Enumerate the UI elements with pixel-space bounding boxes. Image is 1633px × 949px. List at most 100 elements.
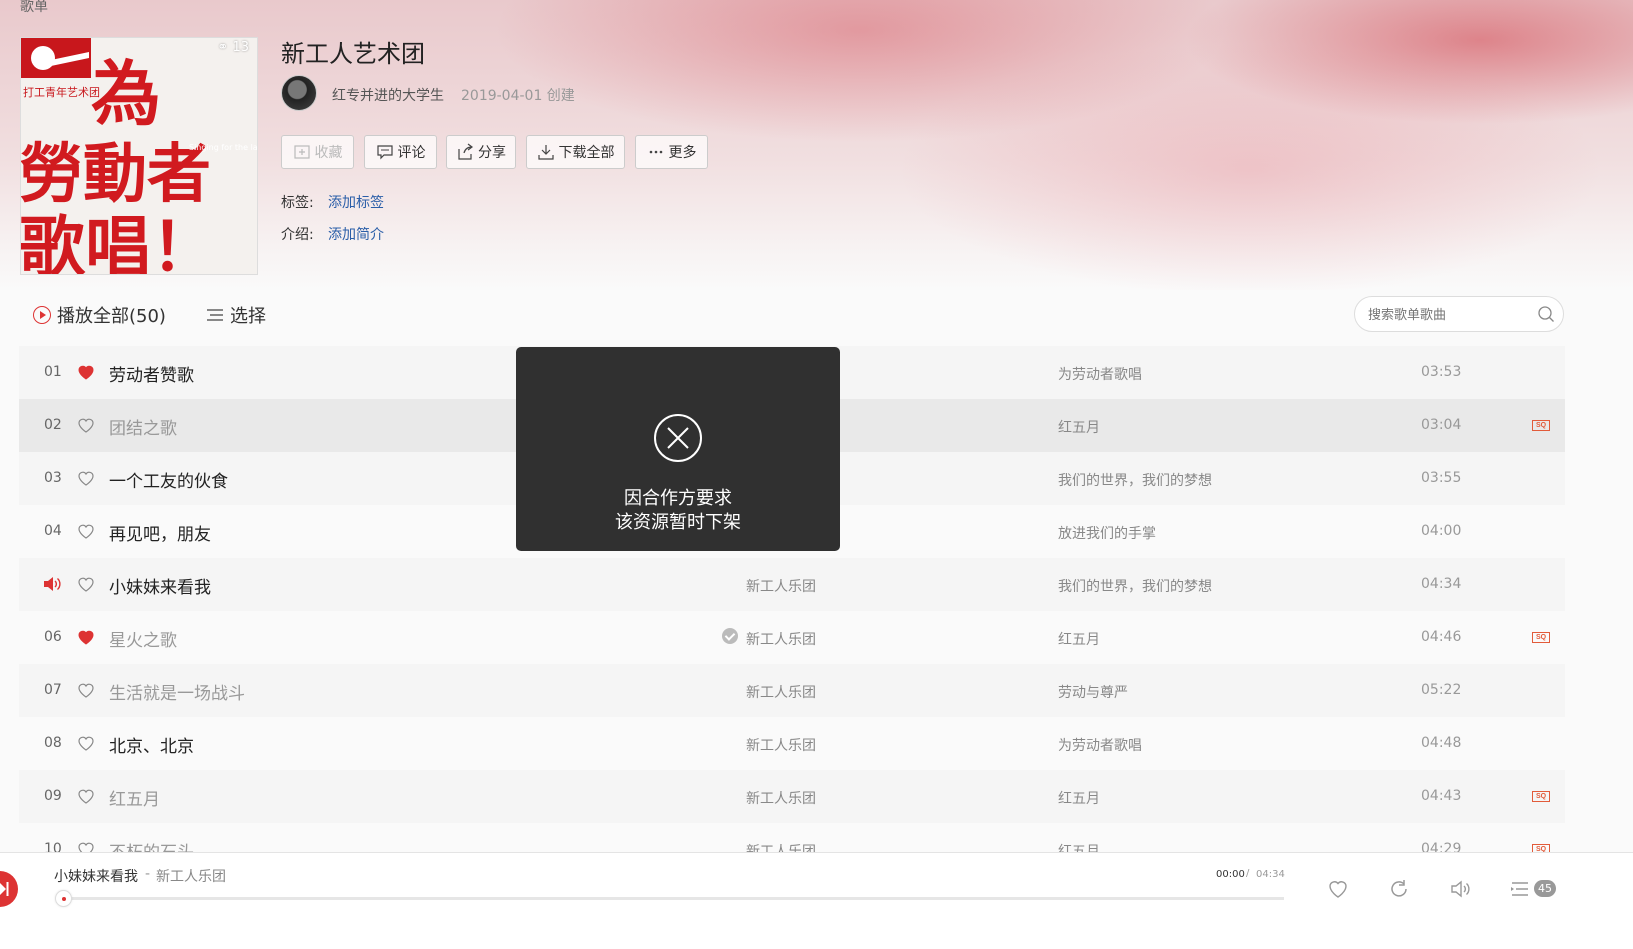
song-title: 劳动者赞歌 [109, 366, 194, 386]
heart-outline-icon[interactable] [77, 788, 95, 804]
total-time: 04:34 [1256, 869, 1285, 880]
song-title: 北京、北京 [109, 737, 194, 757]
song-artist[interactable]: 新工人乐团 [746, 682, 816, 702]
cover-side-text: Singing for the lab [189, 143, 258, 152]
comment-label: 评论 [397, 145, 426, 161]
play-circle-icon [33, 306, 51, 324]
song-album[interactable]: 为劳动者歌唱 [1058, 364, 1142, 384]
heart-outline-icon[interactable] [77, 841, 95, 852]
cover-text-line2: 勞動者 [21, 138, 211, 212]
like-heart-icon[interactable] [1326, 877, 1350, 901]
song-number: 10 [44, 841, 62, 852]
heart-outline-icon[interactable] [77, 470, 95, 486]
song-album[interactable]: 红五月 [1058, 629, 1100, 649]
intro-label: 介绍: [281, 227, 314, 243]
next-track-button[interactable] [0, 871, 18, 907]
sq-quality-badge: SQ [1532, 791, 1550, 802]
unavailable-toast: 因合作方要求 该资源暂时下架 [516, 347, 840, 551]
song-title: 再见吧，朋友 [109, 525, 211, 545]
share-button[interactable]: 分享 [446, 135, 516, 169]
download-icon [537, 145, 554, 160]
search-icon[interactable] [1537, 305, 1555, 323]
song-row[interactable]: 小妹妹来看我 新工人乐团 我们的世界，我们的梦想 04:34 [19, 558, 1565, 611]
song-artist[interactable]: 新工人乐团 [746, 576, 816, 596]
heart-outline-icon[interactable] [77, 576, 95, 592]
song-row[interactable]: 10 不朽的石头 新工人乐团 红五月 04:29 SQ [19, 823, 1565, 852]
song-album[interactable]: 为劳动者歌唱 [1058, 735, 1142, 755]
heart-outline-icon[interactable] [77, 735, 95, 751]
toast-message-line2: 该资源暂时下架 [615, 512, 741, 533]
tags-label: 标签: [281, 195, 314, 211]
play-all-button[interactable]: 播放全部(50) [33, 302, 166, 328]
progress-bar[interactable] [62, 897, 1284, 900]
song-duration: 03:04 [1421, 417, 1462, 433]
share-label: 分享 [478, 145, 506, 161]
song-artist[interactable]: 新工人乐团 [746, 841, 816, 852]
creator-avatar[interactable] [281, 75, 317, 111]
repeat-icon[interactable] [1387, 877, 1411, 901]
creator-name[interactable]: 红专并进的大学生 [332, 85, 444, 105]
downloaded-check-icon [722, 628, 738, 644]
song-duration: 04:34 [1421, 576, 1462, 592]
more-label: 更多 [668, 145, 697, 161]
play-all-label: 播放全部(50) [57, 306, 166, 327]
toast-message-line1: 因合作方要求 [624, 488, 732, 509]
song-row[interactable]: 06 星火之歌 新工人乐团 红五月 04:46 SQ [19, 611, 1565, 664]
more-button[interactable]: 更多 [635, 135, 708, 169]
comment-button[interactable]: 评论 [364, 135, 437, 169]
song-album[interactable]: 红五月 [1058, 417, 1100, 437]
sq-quality-badge: SQ [1532, 632, 1550, 643]
cover-text-line1: 為 [91, 53, 161, 135]
song-number: 09 [44, 788, 62, 804]
song-album[interactable]: 红五月 [1058, 788, 1100, 808]
song-artist[interactable]: 新工人乐团 [746, 629, 816, 649]
song-album[interactable]: 劳动与尊严 [1058, 682, 1128, 702]
volume-icon[interactable] [1448, 877, 1472, 901]
song-duration: 04:46 [1421, 629, 1462, 645]
download-all-button[interactable]: 下载全部 [526, 135, 625, 169]
player-bar: 小妹妹来看我 - 新工人乐团 00:00 / 04:34 45 [0, 852, 1633, 949]
song-number: 08 [44, 735, 62, 751]
time-separator: / [1246, 868, 1250, 879]
song-title: 一个工友的伙食 [109, 472, 228, 492]
select-label: 选择 [230, 306, 266, 327]
song-row[interactable]: 07 生活就是一场战斗 新工人乐团 劳动与尊严 05:22 [19, 664, 1565, 717]
add-intro-link[interactable]: 添加简介 [328, 224, 384, 244]
collect-button[interactable]: 收藏 [281, 135, 354, 169]
progress-knob[interactable] [55, 890, 72, 907]
add-tags-link[interactable]: 添加标签 [328, 192, 384, 212]
heart-outline-icon[interactable] [77, 682, 95, 698]
playlist-title: 新工人艺术团 [281, 40, 425, 68]
sq-quality-badge: SQ [1532, 844, 1550, 852]
song-duration: 03:53 [1421, 364, 1462, 380]
heart-outline-icon[interactable] [77, 523, 95, 539]
playlist-cover[interactable]: 打工青年艺术团 為 勞動者 歌唱！ Singing for the lab ⚭ … [20, 37, 258, 275]
comment-icon [376, 145, 393, 160]
song-album[interactable]: 红五月 [1058, 841, 1100, 852]
queue-count-badge: 45 [1534, 880, 1556, 897]
search-input[interactable] [1354, 296, 1564, 332]
song-title: 团结之歌 [109, 419, 177, 439]
song-number: 06 [44, 629, 62, 645]
song-title: 小妹妹来看我 [109, 578, 211, 598]
heart-filled-icon[interactable] [77, 629, 95, 645]
select-button[interactable]: 选择 [206, 302, 266, 328]
cover-poster-image: 打工青年艺术团 為 勞動者 歌唱！ Singing for the lab [21, 38, 258, 274]
song-artist[interactable]: 新工人乐团 [746, 788, 816, 808]
song-number: 07 [44, 682, 62, 698]
list-select-icon [207, 309, 223, 321]
heart-filled-icon[interactable] [77, 364, 95, 380]
song-album[interactable]: 放进我们的手掌 [1058, 523, 1156, 543]
now-playing-artist[interactable]: 新工人乐团 [156, 866, 226, 886]
playlist-queue-icon[interactable] [1508, 877, 1532, 901]
song-duration: 04:48 [1421, 735, 1462, 751]
now-playing-separator: - [145, 866, 151, 882]
now-playing-title[interactable]: 小妹妹来看我 [54, 866, 138, 886]
song-row[interactable]: 08 北京、北京 新工人乐团 为劳动者歌唱 04:48 [19, 717, 1565, 770]
song-album[interactable]: 我们的世界，我们的梦想 [1058, 576, 1212, 596]
song-album[interactable]: 我们的世界，我们的梦想 [1058, 470, 1212, 490]
song-row[interactable]: 09 红五月 新工人乐团 红五月 04:43 SQ [19, 770, 1565, 823]
heart-outline-icon[interactable] [77, 417, 95, 433]
song-title: 星火之歌 [109, 631, 177, 651]
song-artist[interactable]: 新工人乐团 [746, 735, 816, 755]
